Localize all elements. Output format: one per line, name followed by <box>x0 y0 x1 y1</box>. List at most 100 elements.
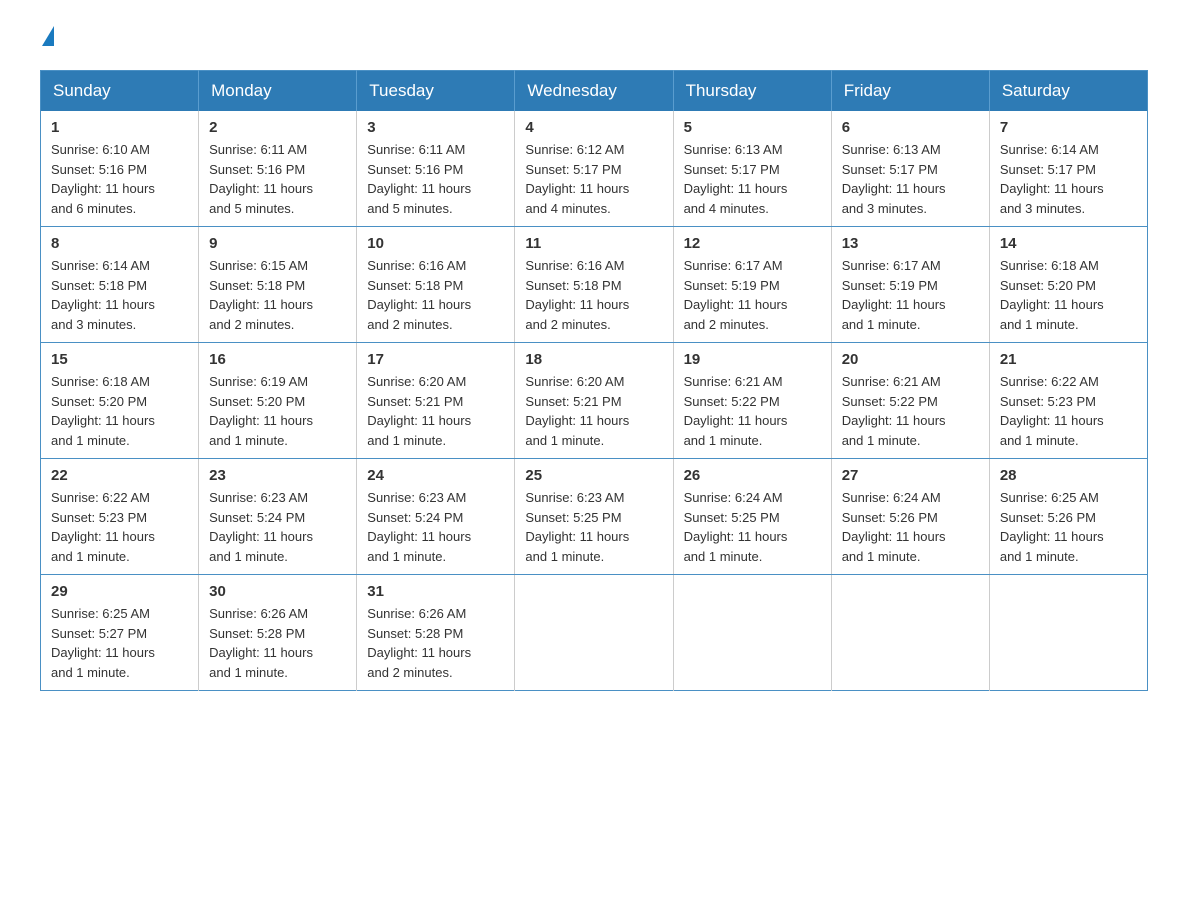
day-info: Sunrise: 6:17 AM Sunset: 5:19 PM Dayligh… <box>684 256 821 334</box>
calendar-cell: 2 Sunrise: 6:11 AM Sunset: 5:16 PM Dayli… <box>199 111 357 227</box>
column-header-thursday: Thursday <box>673 71 831 112</box>
calendar-week-row: 8 Sunrise: 6:14 AM Sunset: 5:18 PM Dayli… <box>41 227 1148 343</box>
day-info: Sunrise: 6:13 AM Sunset: 5:17 PM Dayligh… <box>684 140 821 218</box>
calendar-cell: 18 Sunrise: 6:20 AM Sunset: 5:21 PM Dayl… <box>515 343 673 459</box>
day-number: 28 <box>1000 467 1137 484</box>
day-number: 9 <box>209 235 346 252</box>
day-number: 16 <box>209 351 346 368</box>
day-number: 26 <box>684 467 821 484</box>
calendar-cell: 29 Sunrise: 6:25 AM Sunset: 5:27 PM Dayl… <box>41 575 199 691</box>
day-number: 17 <box>367 351 504 368</box>
calendar-cell: 3 Sunrise: 6:11 AM Sunset: 5:16 PM Dayli… <box>357 111 515 227</box>
day-number: 18 <box>525 351 662 368</box>
calendar-cell: 17 Sunrise: 6:20 AM Sunset: 5:21 PM Dayl… <box>357 343 515 459</box>
day-number: 20 <box>842 351 979 368</box>
calendar-cell: 19 Sunrise: 6:21 AM Sunset: 5:22 PM Dayl… <box>673 343 831 459</box>
calendar-cell: 28 Sunrise: 6:25 AM Sunset: 5:26 PM Dayl… <box>989 459 1147 575</box>
calendar-cell: 31 Sunrise: 6:26 AM Sunset: 5:28 PM Dayl… <box>357 575 515 691</box>
calendar-table: SundayMondayTuesdayWednesdayThursdayFrid… <box>40 70 1148 691</box>
calendar-cell: 24 Sunrise: 6:23 AM Sunset: 5:24 PM Dayl… <box>357 459 515 575</box>
calendar-cell: 15 Sunrise: 6:18 AM Sunset: 5:20 PM Dayl… <box>41 343 199 459</box>
day-number: 19 <box>684 351 821 368</box>
day-number: 31 <box>367 583 504 600</box>
calendar-week-row: 22 Sunrise: 6:22 AM Sunset: 5:23 PM Dayl… <box>41 459 1148 575</box>
day-info: Sunrise: 6:14 AM Sunset: 5:18 PM Dayligh… <box>51 256 188 334</box>
day-number: 24 <box>367 467 504 484</box>
day-number: 14 <box>1000 235 1137 252</box>
day-info: Sunrise: 6:23 AM Sunset: 5:24 PM Dayligh… <box>367 488 504 566</box>
calendar-cell: 11 Sunrise: 6:16 AM Sunset: 5:18 PM Dayl… <box>515 227 673 343</box>
day-number: 21 <box>1000 351 1137 368</box>
calendar-cell: 27 Sunrise: 6:24 AM Sunset: 5:26 PM Dayl… <box>831 459 989 575</box>
day-info: Sunrise: 6:16 AM Sunset: 5:18 PM Dayligh… <box>367 256 504 334</box>
calendar-cell: 16 Sunrise: 6:19 AM Sunset: 5:20 PM Dayl… <box>199 343 357 459</box>
calendar-cell <box>831 575 989 691</box>
calendar-cell: 12 Sunrise: 6:17 AM Sunset: 5:19 PM Dayl… <box>673 227 831 343</box>
calendar-cell: 14 Sunrise: 6:18 AM Sunset: 5:20 PM Dayl… <box>989 227 1147 343</box>
calendar-cell: 20 Sunrise: 6:21 AM Sunset: 5:22 PM Dayl… <box>831 343 989 459</box>
day-number: 11 <box>525 235 662 252</box>
calendar-cell: 30 Sunrise: 6:26 AM Sunset: 5:28 PM Dayl… <box>199 575 357 691</box>
day-info: Sunrise: 6:21 AM Sunset: 5:22 PM Dayligh… <box>684 372 821 450</box>
day-number: 30 <box>209 583 346 600</box>
calendar-cell: 13 Sunrise: 6:17 AM Sunset: 5:19 PM Dayl… <box>831 227 989 343</box>
day-info: Sunrise: 6:24 AM Sunset: 5:25 PM Dayligh… <box>684 488 821 566</box>
day-number: 7 <box>1000 119 1137 136</box>
day-info: Sunrise: 6:12 AM Sunset: 5:17 PM Dayligh… <box>525 140 662 218</box>
column-header-saturday: Saturday <box>989 71 1147 112</box>
day-number: 6 <box>842 119 979 136</box>
day-info: Sunrise: 6:11 AM Sunset: 5:16 PM Dayligh… <box>209 140 346 218</box>
day-info: Sunrise: 6:20 AM Sunset: 5:21 PM Dayligh… <box>525 372 662 450</box>
calendar-cell: 7 Sunrise: 6:14 AM Sunset: 5:17 PM Dayli… <box>989 111 1147 227</box>
calendar-week-row: 15 Sunrise: 6:18 AM Sunset: 5:20 PM Dayl… <box>41 343 1148 459</box>
day-info: Sunrise: 6:10 AM Sunset: 5:16 PM Dayligh… <box>51 140 188 218</box>
day-number: 8 <box>51 235 188 252</box>
day-number: 15 <box>51 351 188 368</box>
logo <box>40 30 54 50</box>
day-info: Sunrise: 6:25 AM Sunset: 5:26 PM Dayligh… <box>1000 488 1137 566</box>
calendar-cell: 1 Sunrise: 6:10 AM Sunset: 5:16 PM Dayli… <box>41 111 199 227</box>
calendar-cell <box>989 575 1147 691</box>
calendar-cell: 22 Sunrise: 6:22 AM Sunset: 5:23 PM Dayl… <box>41 459 199 575</box>
day-info: Sunrise: 6:19 AM Sunset: 5:20 PM Dayligh… <box>209 372 346 450</box>
day-number: 1 <box>51 119 188 136</box>
day-number: 12 <box>684 235 821 252</box>
calendar-cell: 4 Sunrise: 6:12 AM Sunset: 5:17 PM Dayli… <box>515 111 673 227</box>
day-number: 5 <box>684 119 821 136</box>
day-info: Sunrise: 6:14 AM Sunset: 5:17 PM Dayligh… <box>1000 140 1137 218</box>
day-info: Sunrise: 6:13 AM Sunset: 5:17 PM Dayligh… <box>842 140 979 218</box>
day-number: 2 <box>209 119 346 136</box>
day-number: 27 <box>842 467 979 484</box>
calendar-cell: 21 Sunrise: 6:22 AM Sunset: 5:23 PM Dayl… <box>989 343 1147 459</box>
day-info: Sunrise: 6:18 AM Sunset: 5:20 PM Dayligh… <box>1000 256 1137 334</box>
day-number: 22 <box>51 467 188 484</box>
day-info: Sunrise: 6:22 AM Sunset: 5:23 PM Dayligh… <box>51 488 188 566</box>
day-info: Sunrise: 6:24 AM Sunset: 5:26 PM Dayligh… <box>842 488 979 566</box>
column-header-wednesday: Wednesday <box>515 71 673 112</box>
day-info: Sunrise: 6:26 AM Sunset: 5:28 PM Dayligh… <box>367 604 504 682</box>
calendar-cell: 26 Sunrise: 6:24 AM Sunset: 5:25 PM Dayl… <box>673 459 831 575</box>
day-number: 13 <box>842 235 979 252</box>
day-info: Sunrise: 6:25 AM Sunset: 5:27 PM Dayligh… <box>51 604 188 682</box>
day-info: Sunrise: 6:18 AM Sunset: 5:20 PM Dayligh… <box>51 372 188 450</box>
day-info: Sunrise: 6:16 AM Sunset: 5:18 PM Dayligh… <box>525 256 662 334</box>
column-header-sunday: Sunday <box>41 71 199 112</box>
day-number: 10 <box>367 235 504 252</box>
day-info: Sunrise: 6:15 AM Sunset: 5:18 PM Dayligh… <box>209 256 346 334</box>
day-number: 4 <box>525 119 662 136</box>
calendar-week-row: 1 Sunrise: 6:10 AM Sunset: 5:16 PM Dayli… <box>41 111 1148 227</box>
column-header-monday: Monday <box>199 71 357 112</box>
day-number: 29 <box>51 583 188 600</box>
calendar-header-row: SundayMondayTuesdayWednesdayThursdayFrid… <box>41 71 1148 112</box>
logo-arrow-icon <box>42 26 54 46</box>
day-number: 23 <box>209 467 346 484</box>
calendar-cell: 10 Sunrise: 6:16 AM Sunset: 5:18 PM Dayl… <box>357 227 515 343</box>
calendar-week-row: 29 Sunrise: 6:25 AM Sunset: 5:27 PM Dayl… <box>41 575 1148 691</box>
column-header-tuesday: Tuesday <box>357 71 515 112</box>
calendar-cell <box>515 575 673 691</box>
calendar-cell: 6 Sunrise: 6:13 AM Sunset: 5:17 PM Dayli… <box>831 111 989 227</box>
calendar-cell: 23 Sunrise: 6:23 AM Sunset: 5:24 PM Dayl… <box>199 459 357 575</box>
day-info: Sunrise: 6:11 AM Sunset: 5:16 PM Dayligh… <box>367 140 504 218</box>
day-info: Sunrise: 6:22 AM Sunset: 5:23 PM Dayligh… <box>1000 372 1137 450</box>
column-header-friday: Friday <box>831 71 989 112</box>
